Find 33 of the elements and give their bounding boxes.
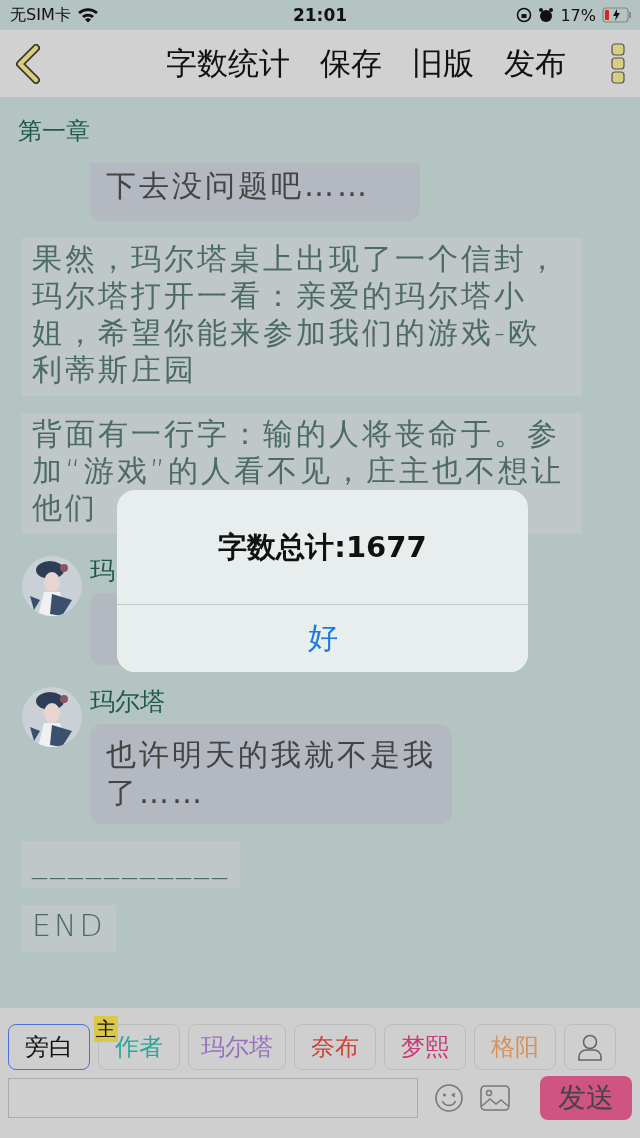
chat-bubble: 下去没问题吧…… <box>90 163 420 221</box>
toolbar-action[interactable]: 字数统计 <box>166 42 290 85</box>
battery-icon <box>602 7 632 23</box>
user-button[interactable] <box>564 1024 616 1070</box>
narration-text: END <box>22 905 116 952</box>
speaker-name: 玛尔塔 <box>90 686 165 718</box>
back-button[interactable] <box>14 43 42 84</box>
rotation-lock-icon <box>516 7 533 23</box>
user-icon <box>577 1033 603 1061</box>
wifi-icon <box>76 7 99 23</box>
clock: 21:01 <box>292 5 348 25</box>
message-input[interactable] <box>8 1078 418 1118</box>
role-tab[interactable]: 梦熙 <box>384 1024 466 1070</box>
role-tab[interactable]: 奈布 <box>294 1024 376 1070</box>
send-button[interactable]: 发送 <box>540 1076 632 1120</box>
ok-button[interactable]: 好 <box>117 604 528 672</box>
carrier-label: 无SIM卡 <box>10 4 71 26</box>
alarm-icon <box>538 7 555 23</box>
narration-text: 果然，玛尔塔桌上出现了一个信封，玛尔塔打开一看：亲爱的玛尔塔小姐，希望你能来参加我们的游戏-欧利蒂斯庄园 <box>22 238 582 396</box>
toolbar-action[interactable]: 发布 <box>504 42 566 85</box>
main-badge: 主 <box>94 1016 118 1042</box>
more-button[interactable] <box>610 41 626 86</box>
toolbar-action[interactable]: 旧版 <box>412 42 474 85</box>
chat-bubble: 也许明天的我就不是我了…… <box>90 724 452 824</box>
narration-text: ___________ <box>22 841 240 888</box>
chapter-title: 第一章 <box>18 116 90 147</box>
role-tab[interactable]: 玛尔塔 <box>188 1024 286 1070</box>
image-icon[interactable] <box>480 1085 510 1111</box>
battery-percent: 17% <box>560 5 596 25</box>
emoji-icon[interactable] <box>434 1083 464 1113</box>
role-tab[interactable]: 旁白 <box>8 1024 90 1070</box>
toolbar-action[interactable]: 保存 <box>320 42 382 85</box>
speaker-name: 玛 <box>90 555 115 587</box>
